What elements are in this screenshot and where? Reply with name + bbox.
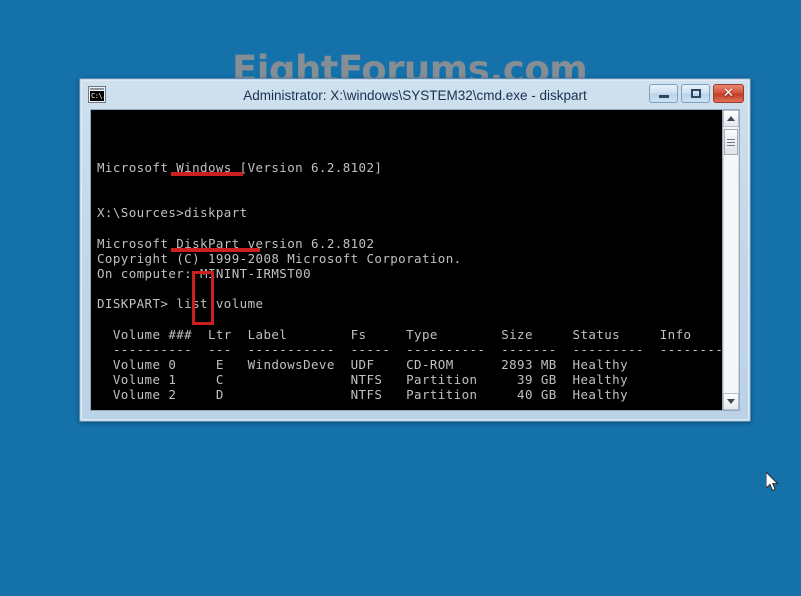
scroll-up-button[interactable] xyxy=(723,110,739,127)
cmd-window[interactable]: C:\. Administrator: X:\windows\SYSTEM32\… xyxy=(79,78,751,422)
cmd-icon-titlebar xyxy=(90,88,104,90)
scrollbar-thumb[interactable] xyxy=(724,129,738,155)
console-scrollbar[interactable] xyxy=(722,110,739,410)
window-inner: C:\. Administrator: X:\windows\SYSTEM32\… xyxy=(81,80,749,420)
thumb-grip-line xyxy=(727,144,735,146)
console-line: Volume 0 E WindowsDeve UDF CD-ROM 2893 M… xyxy=(97,357,629,373)
cmd-icon: C:\. xyxy=(88,86,106,103)
window-controls: ✕ xyxy=(649,84,744,103)
minimize-button[interactable] xyxy=(649,84,678,103)
console-line: Volume ### Ltr Label Fs Type Size Status… xyxy=(97,326,692,342)
console-lines: Microsoft Windows [Version 6.2.8102] X:\… xyxy=(97,160,722,410)
console-output[interactable]: Microsoft Windows [Version 6.2.8102] X:\… xyxy=(91,110,722,410)
minimize-icon xyxy=(658,94,669,98)
console-line: X:\Sources>diskpart xyxy=(97,205,248,221)
title-bar[interactable]: C:\. Administrator: X:\windows\SYSTEM32\… xyxy=(82,81,748,109)
console-line: DISKPART> list volume xyxy=(97,296,264,312)
close-button[interactable]: ✕ xyxy=(713,84,744,103)
maximize-button[interactable] xyxy=(681,84,710,103)
cmd-icon-screen: C:\. xyxy=(90,91,104,101)
scrollbar-track[interactable] xyxy=(723,127,739,393)
console-line: Copyright (C) 1999-2008 Microsoft Corpor… xyxy=(97,250,462,266)
underline-diskpart xyxy=(171,172,243,176)
mouse-cursor xyxy=(766,472,779,492)
console-line: Volume 2 D NTFS Partition 40 GB Healthy xyxy=(97,387,629,403)
console-client-area: Microsoft Windows [Version 6.2.8102] X:\… xyxy=(90,109,740,411)
console-line: On computer: MININT-IRMST00 xyxy=(97,265,311,281)
underline-list-volume xyxy=(171,248,260,252)
highlight-box-drive-letters xyxy=(192,271,214,325)
chevron-up-icon xyxy=(727,116,735,121)
chevron-down-icon xyxy=(727,399,735,404)
thumb-grip-line xyxy=(727,141,735,143)
console-line: Volume 1 C NTFS Partition 39 GB Healthy xyxy=(97,372,629,388)
scroll-down-button[interactable] xyxy=(723,393,739,410)
close-icon: ✕ xyxy=(723,86,734,101)
maximize-icon xyxy=(690,89,701,98)
desktop-background: EightForums.com C:\. Administrator: X:\w… xyxy=(0,0,801,596)
console-line: ---------- --- ----------- ----- -------… xyxy=(97,341,722,357)
thumb-grip-line xyxy=(727,138,735,140)
